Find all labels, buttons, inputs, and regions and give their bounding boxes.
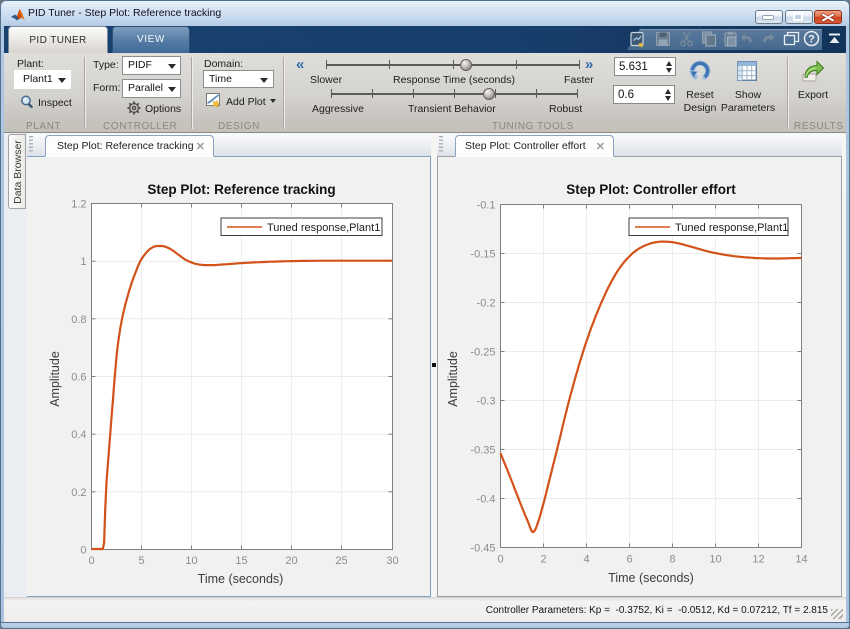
svg-text:14: 14 xyxy=(795,554,807,566)
svg-text:12: 12 xyxy=(752,554,764,566)
svg-text:-0.25: -0.25 xyxy=(470,347,495,359)
svg-text:-0.1: -0.1 xyxy=(477,200,496,212)
svg-text:10: 10 xyxy=(185,555,197,567)
svg-text:0: 0 xyxy=(497,554,503,566)
svg-text:25: 25 xyxy=(335,555,347,567)
svg-text:Step Plot: Controller effort: Step Plot: Controller effort xyxy=(566,182,736,197)
svg-text:30: 30 xyxy=(386,555,398,567)
svg-text:8: 8 xyxy=(669,554,675,566)
svg-text:-0.45: -0.45 xyxy=(470,543,495,555)
svg-text:-0.4: -0.4 xyxy=(477,494,496,506)
svg-text:0.4: 0.4 xyxy=(71,429,86,441)
svg-text:Amplitude: Amplitude xyxy=(48,351,62,407)
svg-text:Amplitude: Amplitude xyxy=(446,351,460,407)
svg-text:20: 20 xyxy=(285,555,297,567)
svg-text:Step Plot: Reference tracking: Step Plot: Reference tracking xyxy=(147,182,335,197)
svg-text:0: 0 xyxy=(88,555,94,567)
svg-text:-0.15: -0.15 xyxy=(470,249,495,261)
svg-text:Time (seconds): Time (seconds) xyxy=(198,572,284,586)
svg-text:2: 2 xyxy=(540,554,546,566)
svg-text:?: ? xyxy=(808,34,815,46)
svg-text:6: 6 xyxy=(626,554,632,566)
svg-text:1: 1 xyxy=(80,256,86,268)
svg-text:4: 4 xyxy=(583,554,589,566)
svg-text:Tuned response,Plant1: Tuned response,Plant1 xyxy=(267,222,380,234)
svg-text:Time (seconds): Time (seconds) xyxy=(608,571,694,585)
svg-text:1.2: 1.2 xyxy=(71,199,86,211)
svg-text:0.6: 0.6 xyxy=(71,372,86,384)
svg-text:-0.2: -0.2 xyxy=(477,298,496,310)
svg-text:0.2: 0.2 xyxy=(71,487,86,499)
svg-text:-0.3: -0.3 xyxy=(477,396,496,408)
svg-text:-0.35: -0.35 xyxy=(470,445,495,457)
svg-text:10: 10 xyxy=(709,554,721,566)
svg-text:Tuned response,Plant1: Tuned response,Plant1 xyxy=(675,222,788,234)
svg-text:15: 15 xyxy=(235,555,247,567)
svg-text:5: 5 xyxy=(138,555,144,567)
svg-text:0.8: 0.8 xyxy=(71,314,86,326)
svg-text:0: 0 xyxy=(80,545,86,557)
